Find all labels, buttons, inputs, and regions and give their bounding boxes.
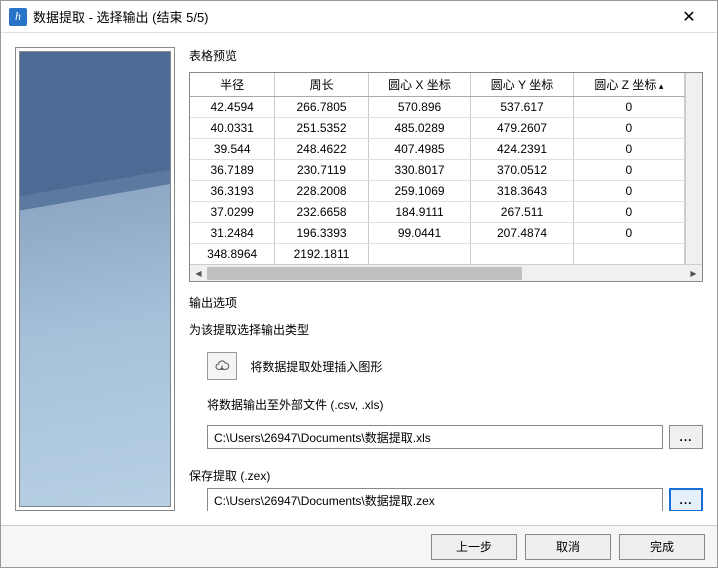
table-cell: 36.7189 [190,160,275,181]
preview-panel [15,47,175,511]
table-cell: 37.0299 [190,202,275,223]
content-area: 表格预览 半径周长圆心 X 坐标圆心 Y 坐标圆心 Z 坐标 ▴ 42.4594… [1,33,717,525]
table-row[interactable]: 36.7189230.7119330.8017370.05120 [190,160,685,181]
table-cell: 207.4874 [471,223,573,244]
table-preview-label: 表格预览 [189,47,703,64]
dialog-window: h 数据提取 - 选择输出 (结束 5/5) ✕ 表格预览 半径周长圆心 X 坐… [0,0,718,568]
table-cell: 318.3643 [471,181,573,202]
save-path-input[interactable] [207,488,663,511]
app-icon: h [9,8,27,26]
scroll-right-arrow[interactable]: ▶ [685,265,702,282]
right-panel: 表格预览 半径周长圆心 X 坐标圆心 Y 坐标圆心 Z 坐标 ▴ 42.4594… [189,47,703,511]
close-button[interactable]: ✕ [669,7,709,27]
titlebar: h 数据提取 - 选择输出 (结束 5/5) ✕ [1,1,717,33]
table-cell: 99.0441 [368,223,471,244]
export-browse-button[interactable]: ... [669,425,703,449]
column-header[interactable]: 圆心 Y 坐标 [471,73,573,97]
table-cell [368,244,471,265]
table-cell: 0 [573,223,684,244]
table-cell: 479.2607 [471,118,573,139]
horizontal-scrollbar[interactable]: ◀ ▶ [190,264,702,281]
table-cell: 251.5352 [275,118,368,139]
column-header[interactable]: 圆心 X 坐标 [368,73,471,97]
back-button[interactable]: 上一步 [431,534,517,560]
table-cell: 485.0289 [368,118,471,139]
table-cell: 348.8964 [190,244,275,265]
finish-button[interactable]: 完成 [619,534,705,560]
table-row[interactable]: 36.3193228.2008259.1069318.36430 [190,181,685,202]
preview-image [19,51,171,507]
column-header[interactable]: 半径 [190,73,275,97]
save-browse-button[interactable]: ... [669,488,703,511]
scroll-track[interactable] [207,265,685,282]
scroll-left-arrow[interactable]: ◀ [190,265,207,282]
table-cell [573,244,684,265]
output-options-sub: 为该提取选择输出类型 [189,321,703,338]
footer: 上一步 取消 完成 [1,525,717,567]
table-scroll[interactable]: 半径周长圆心 X 坐标圆心 Y 坐标圆心 Z 坐标 ▴ 42.4594266.7… [190,73,685,264]
column-header[interactable]: 周长 [275,73,368,97]
table-cell: 40.0331 [190,118,275,139]
window-title: 数据提取 - 选择输出 (结束 5/5) [33,7,669,26]
table-cell: 42.4594 [190,97,275,118]
table-cell: 31.2484 [190,223,275,244]
table-cell: 228.2008 [275,181,368,202]
table-cell: 196.3393 [275,223,368,244]
table-cell: 266.7805 [275,97,368,118]
table-row[interactable]: 39.544248.4622407.4985424.23910 [190,139,685,160]
table-cell: 232.6658 [275,202,368,223]
table-cell: 0 [573,139,684,160]
table-row[interactable]: 31.2484196.339399.0441207.48740 [190,223,685,244]
table-cell: 259.1069 [368,181,471,202]
table-cell: 2192.1811 [275,244,368,265]
table-cell: 0 [573,160,684,181]
table-cell: 248.4622 [275,139,368,160]
table-cell: 330.8017 [368,160,471,181]
table-container: 半径周长圆心 X 坐标圆心 Y 坐标圆心 Z 坐标 ▴ 42.4594266.7… [189,72,703,282]
table-cell: 0 [573,202,684,223]
export-external-label: 将数据输出至外部文件 (.csv, .xls) [207,396,703,413]
table-row[interactable]: 42.4594266.7805570.896537.6170 [190,97,685,118]
save-extract-label: 保存提取 (.zex) [189,467,703,484]
table-cell: 537.617 [471,97,573,118]
table-row[interactable]: 348.89642192.1811 [190,244,685,265]
output-options-heading: 输出选项 [189,294,703,311]
table-cell: 370.0512 [471,160,573,181]
table-cell [471,244,573,265]
table-cell: 267.511 [471,202,573,223]
table-cell: 0 [573,97,684,118]
table-cell: 230.7119 [275,160,368,181]
table-row[interactable]: 37.0299232.6658184.9111267.5110 [190,202,685,223]
insert-into-drawing-button[interactable] [207,352,237,380]
table-cell: 39.544 [190,139,275,160]
table-cell: 424.2391 [471,139,573,160]
cancel-button[interactable]: 取消 [525,534,611,560]
export-path-input[interactable] [207,425,663,449]
table-cell: 570.896 [368,97,471,118]
column-header[interactable]: 圆心 Z 坐标 ▴ [573,73,684,97]
table-cell: 0 [573,181,684,202]
table-cell: 407.4985 [368,139,471,160]
cloud-insert-icon [214,358,230,374]
table-row[interactable]: 40.0331251.5352485.0289479.26070 [190,118,685,139]
vertical-scrollbar[interactable] [685,73,702,264]
sort-up-icon: ▴ [656,81,663,91]
data-table: 半径周长圆心 X 坐标圆心 Y 坐标圆心 Z 坐标 ▴ 42.4594266.7… [190,73,685,264]
table-cell: 0 [573,118,684,139]
table-cell: 184.9111 [368,202,471,223]
table-cell: 36.3193 [190,181,275,202]
insert-into-drawing-label: 将数据提取处理插入图形 [250,358,382,375]
scroll-thumb[interactable] [207,267,522,280]
